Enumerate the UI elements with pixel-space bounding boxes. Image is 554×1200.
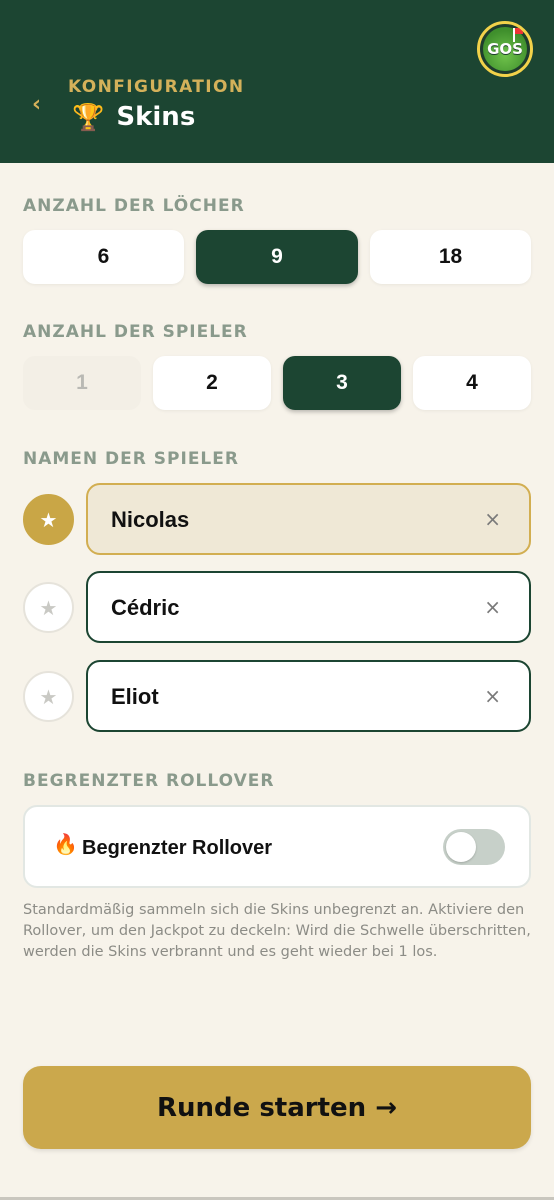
back-button[interactable]: ‹ bbox=[32, 92, 41, 117]
player-names-section-label: NAMEN DER SPIELER bbox=[23, 449, 239, 469]
rollover-card: 🔥 Begrenzter Rollover bbox=[23, 805, 531, 888]
player-name-value: Nicolas bbox=[111, 507, 190, 532]
player-name-value: Eliot bbox=[111, 684, 159, 709]
rollover-toggle[interactable] bbox=[443, 829, 505, 865]
players-option-3[interactable]: 3 bbox=[283, 356, 401, 410]
toggle-knob bbox=[446, 832, 476, 862]
header-kicker: KONFIGURATION bbox=[68, 77, 245, 97]
title-row: 🏆 Skins bbox=[72, 102, 195, 132]
start-round-button[interactable]: Runde starten → bbox=[23, 1066, 531, 1149]
holes-section-label: ANZAHL DER LÖCHER bbox=[23, 196, 245, 216]
rollover-help-text: Standardmäßig sammeln sich die Skins unb… bbox=[23, 902, 531, 960]
players-option-2[interactable]: 2 bbox=[153, 356, 271, 410]
page-title: Skins bbox=[116, 102, 196, 132]
star-toggle-player-3[interactable]: ★ bbox=[23, 671, 74, 722]
trophy-icon: 🏆 bbox=[72, 102, 105, 132]
holes-option-18[interactable]: 18 bbox=[370, 230, 531, 284]
players-option-1[interactable]: 1 bbox=[23, 356, 141, 410]
player-name-field-3[interactable]: Eliot × bbox=[86, 660, 531, 732]
app-logo[interactable]: GOS bbox=[477, 21, 533, 77]
star-toggle-player-2[interactable]: ★ bbox=[23, 582, 74, 633]
players-option-4[interactable]: 4 bbox=[413, 356, 531, 410]
player-name-value: Cédric bbox=[111, 595, 180, 620]
player-name-field-2[interactable]: Cédric × bbox=[86, 571, 531, 643]
holes-option-6[interactable]: 6 bbox=[23, 230, 184, 284]
fire-icon: 🔥 bbox=[53, 834, 78, 856]
clear-icon[interactable]: × bbox=[484, 684, 501, 708]
players-count-section-label: ANZAHL DER SPIELER bbox=[23, 322, 248, 342]
clear-icon[interactable]: × bbox=[484, 595, 501, 619]
holes-option-9[interactable]: 9 bbox=[196, 230, 358, 284]
flag-icon bbox=[513, 28, 523, 42]
rollover-section-label: BEGRENZTER ROLLOVER bbox=[23, 771, 275, 791]
clear-icon[interactable]: × bbox=[484, 507, 501, 531]
player-name-field-1[interactable]: Nicolas × bbox=[86, 483, 531, 555]
rollover-toggle-label: Begrenzter Rollover bbox=[82, 837, 273, 859]
app-header: ‹ KONFIGURATION 🏆 Skins GOS bbox=[0, 0, 554, 163]
star-toggle-player-1[interactable]: ★ bbox=[23, 494, 74, 545]
